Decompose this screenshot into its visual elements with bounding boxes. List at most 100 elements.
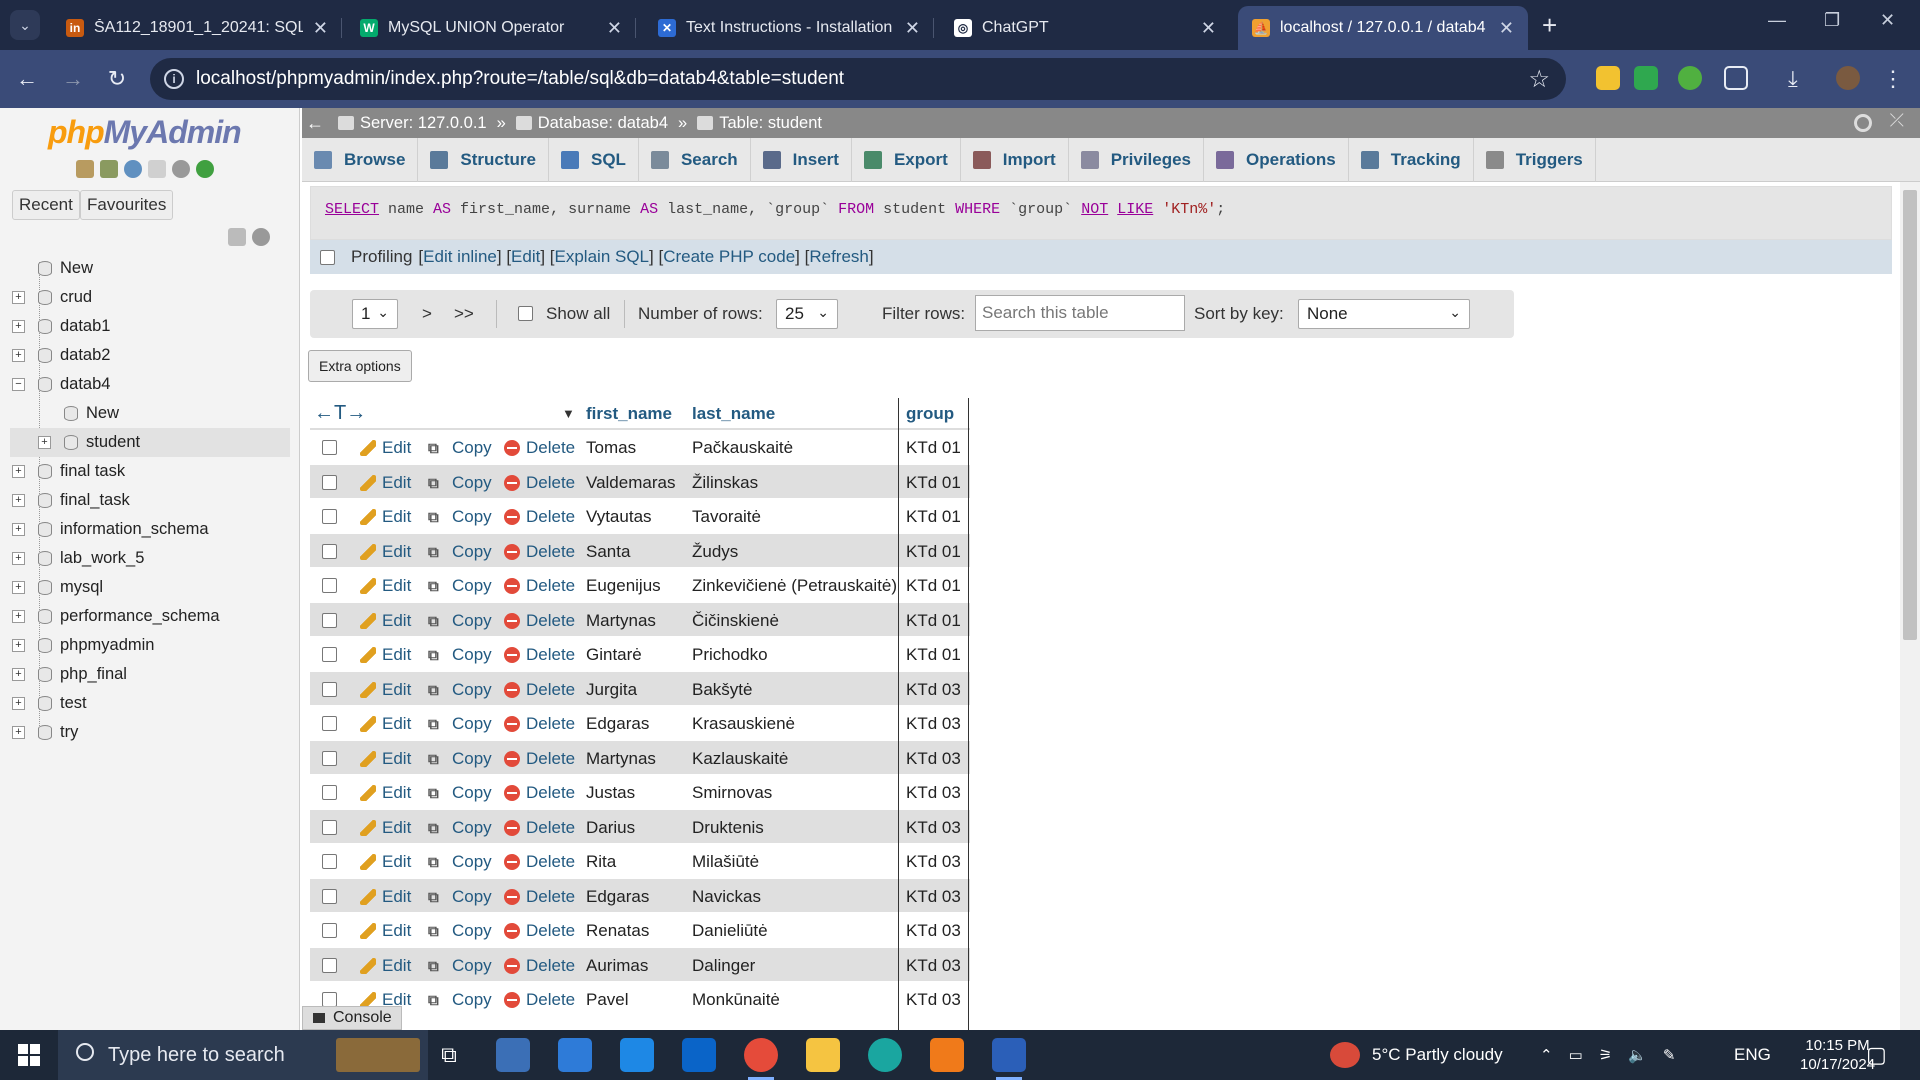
battery-icon[interactable]: ▭: [1569, 1046, 1583, 1064]
expand-icon[interactable]: +: [12, 697, 25, 710]
row-checkbox[interactable]: [322, 923, 337, 938]
cell-first-name[interactable]: Santa: [586, 542, 630, 562]
edit-row-button[interactable]: Edit: [360, 956, 411, 976]
cell-last-name[interactable]: Krasauskienė: [692, 714, 795, 734]
edit-row-button[interactable]: Edit: [360, 714, 411, 734]
start-windows-icon[interactable]: [18, 1044, 40, 1066]
weather-widget[interactable]: 5°C Partly cloudy: [1330, 1030, 1503, 1080]
tree-item-label[interactable]: student: [86, 433, 140, 452]
tree-item-label[interactable]: lab_work_5: [60, 549, 144, 568]
delete-row-button[interactable]: Delete: [504, 852, 575, 872]
cell-group[interactable]: KTd 03: [906, 921, 961, 941]
extensions-puzzle-icon[interactable]: [1724, 66, 1748, 90]
link-with-main-icon[interactable]: [252, 228, 270, 246]
column-header-first-name[interactable]: first_name: [586, 404, 672, 424]
browser-tab-active[interactable]: ⛵ localhost / 127.0.0.1 / datab4 / stude…: [1238, 6, 1528, 50]
cell-last-name[interactable]: Monkūnaitė: [692, 990, 780, 1010]
profile-avatar[interactable]: [1836, 66, 1860, 90]
copy-row-button[interactable]: ⧉ Copy: [428, 611, 492, 631]
row-checkbox[interactable]: [322, 785, 337, 800]
cell-group[interactable]: KTd 01: [906, 576, 961, 596]
edit-row-button[interactable]: Edit: [360, 852, 411, 872]
tree-item-label[interactable]: datab4: [60, 375, 110, 394]
cell-group[interactable]: KTd 01: [906, 542, 961, 562]
reload-nav-icon[interactable]: [196, 160, 214, 178]
row-checkbox[interactable]: [322, 509, 337, 524]
browser-tab-2[interactable]: W MySQL UNION Operator ✕: [346, 6, 636, 50]
copy-row-button[interactable]: ⧉ Copy: [428, 783, 492, 803]
delete-row-button[interactable]: Delete: [504, 921, 575, 941]
copy-row-button[interactable]: ⧉ Copy: [428, 645, 492, 665]
copy-row-button[interactable]: ⧉ Copy: [428, 507, 492, 527]
sort-by-key-select[interactable]: None ⌄: [1298, 299, 1470, 329]
cell-group[interactable]: KTd 03: [906, 714, 961, 734]
expand-icon[interactable]: +: [12, 523, 25, 536]
cell-group[interactable]: KTd 03: [906, 990, 961, 1010]
cell-first-name[interactable]: Eugenijus: [586, 576, 661, 596]
delete-row-button[interactable]: Delete: [504, 473, 575, 493]
copy-row-button[interactable]: ⧉ Copy: [428, 438, 492, 458]
edit-row-button[interactable]: Edit: [360, 473, 411, 493]
tree-item-label[interactable]: information_schema: [60, 520, 209, 539]
cell-first-name[interactable]: Tomas: [586, 438, 636, 458]
page-select[interactable]: 1 ⌄: [352, 299, 398, 329]
edit-row-button[interactable]: Edit: [360, 507, 411, 527]
vertical-scrollbar[interactable]: [1900, 182, 1920, 1030]
volume-icon[interactable]: 🔈: [1628, 1046, 1647, 1064]
expand-icon[interactable]: +: [38, 436, 51, 449]
row-checkbox[interactable]: [322, 750, 337, 766]
delete-row-button[interactable]: Delete: [504, 887, 575, 907]
delete-row-button[interactable]: Delete: [504, 990, 575, 1010]
copy-row-button[interactable]: ⧉ Copy: [428, 990, 492, 1010]
tree-item-label[interactable]: test: [60, 694, 87, 713]
favourites-button[interactable]: Favourites: [80, 190, 174, 220]
cell-last-name[interactable]: Danieliūtė: [692, 921, 768, 941]
tab-close-icon[interactable]: ✕: [1201, 18, 1216, 39]
logout-icon[interactable]: [100, 160, 118, 178]
expand-icon[interactable]: +: [12, 349, 25, 362]
tree-item-label[interactable]: final task: [60, 462, 125, 481]
copy-row-button[interactable]: ⧉ Copy: [428, 852, 492, 872]
delete-row-button[interactable]: Delete: [504, 507, 575, 527]
collapse-nav-icon[interactable]: ←: [306, 113, 324, 134]
refresh-link[interactable]: Refresh: [809, 247, 869, 267]
tree-item-phpmyadmin[interactable]: + phpmyadmin: [10, 631, 290, 660]
cell-first-name[interactable]: Martynas: [586, 749, 656, 769]
browser-tab-4[interactable]: ◎ ChatGPT ✕: [940, 6, 1230, 50]
cell-group[interactable]: KTd 03: [906, 956, 961, 976]
edge-icon[interactable]: [868, 1038, 902, 1072]
language-indicator[interactable]: ENG: [1734, 1030, 1771, 1080]
cell-first-name[interactable]: Vytautas: [586, 507, 652, 527]
tree-item-label[interactable]: final_task: [60, 491, 130, 510]
row-checkbox[interactable]: [322, 612, 337, 628]
cell-last-name[interactable]: Zinkevičienė (Petrauskaitė): [692, 576, 897, 596]
xampp-icon[interactable]: [930, 1038, 964, 1072]
collapse-icon[interactable]: −: [12, 378, 25, 391]
explain-sql-link[interactable]: Explain SQL: [555, 247, 650, 267]
download-icon[interactable]: ⤓: [1788, 66, 1812, 91]
scrollbar-thumb[interactable]: [1903, 190, 1917, 640]
edit-row-button[interactable]: Edit: [360, 611, 411, 631]
tree-item-final_task[interactable]: + final_task: [10, 486, 290, 515]
site-info-icon[interactable]: i: [164, 69, 184, 89]
cell-first-name[interactable]: Justas: [586, 783, 635, 803]
cell-last-name[interactable]: Dalinger: [692, 956, 755, 976]
expand-icon[interactable]: +: [12, 320, 25, 333]
collapse-all-icon[interactable]: [228, 228, 246, 246]
cell-first-name[interactable]: Pavel: [586, 990, 629, 1010]
breadcrumb-database[interactable]: Database: datab4: [515, 114, 668, 133]
tab-browse[interactable]: Browse: [302, 138, 419, 182]
delete-row-button[interactable]: Delete: [504, 680, 575, 700]
expand-icon[interactable]: +: [12, 494, 25, 507]
close-window-icon[interactable]: ✕: [1880, 10, 1895, 31]
help-icon[interactable]: [124, 160, 142, 178]
expand-icon[interactable]: +: [12, 465, 25, 478]
column-header-group[interactable]: group: [906, 404, 954, 424]
tree-item-final-task[interactable]: + final task: [10, 457, 290, 486]
expand-icon[interactable]: +: [12, 639, 25, 652]
clock[interactable]: 10:15 PM 10/17/2024: [1800, 1030, 1875, 1080]
edit-row-button[interactable]: Edit: [360, 783, 411, 803]
cell-group[interactable]: KTd 01: [906, 645, 961, 665]
cell-first-name[interactable]: Darius: [586, 818, 635, 838]
cell-last-name[interactable]: Žudys: [692, 542, 738, 562]
